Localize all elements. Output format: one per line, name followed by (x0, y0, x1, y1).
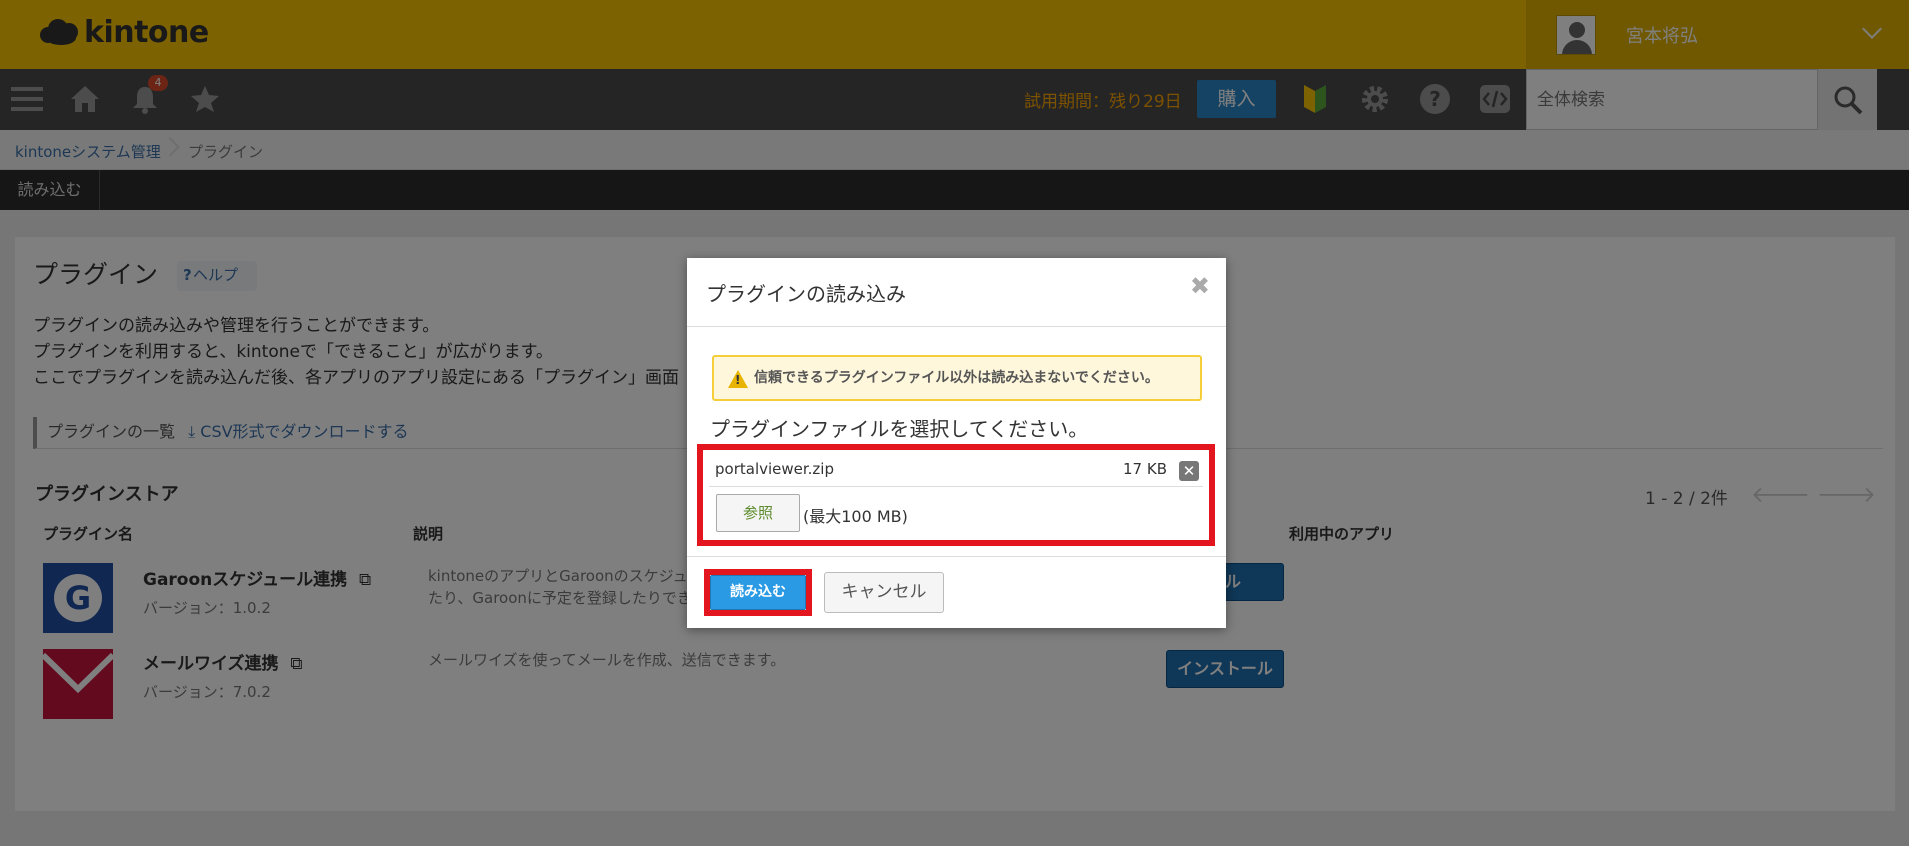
warning-icon (728, 370, 748, 388)
cancel-button[interactable]: キャンセル (824, 572, 944, 613)
dialog-title: プラグインの読み込み (706, 282, 906, 306)
max-size-note: (最大100 MB) (803, 507, 908, 526)
remove-file-icon[interactable]: ✕ (1179, 461, 1199, 481)
close-icon[interactable]: ✖ (1190, 272, 1210, 300)
warning-text: 信頼できるプラグインファイル以外は読み込まないでください。 (754, 370, 1159, 386)
warning-message: 信頼できるプラグインファイル以外は読み込まないでください。 (712, 355, 1202, 401)
file-size: 17 KB (1123, 460, 1167, 478)
import-highlight: 読み込む (704, 569, 812, 616)
browse-button[interactable]: 参照 (716, 494, 800, 532)
divider (709, 486, 1203, 487)
divider (687, 556, 1226, 557)
file-name: portalviewer.zip (715, 460, 834, 478)
divider (687, 326, 1226, 327)
file-selection-box: portalviewer.zip 17 KB ✕ 参照 (最大100 MB) (697, 444, 1215, 546)
plugin-import-dialog: プラグインの読み込み ✖ 信頼できるプラグインファイル以外は読み込まないでくださ… (687, 258, 1226, 628)
select-file-label: プラグインファイルを選択してください。 (710, 417, 1089, 441)
import-button[interactable]: 読み込む (710, 575, 806, 610)
